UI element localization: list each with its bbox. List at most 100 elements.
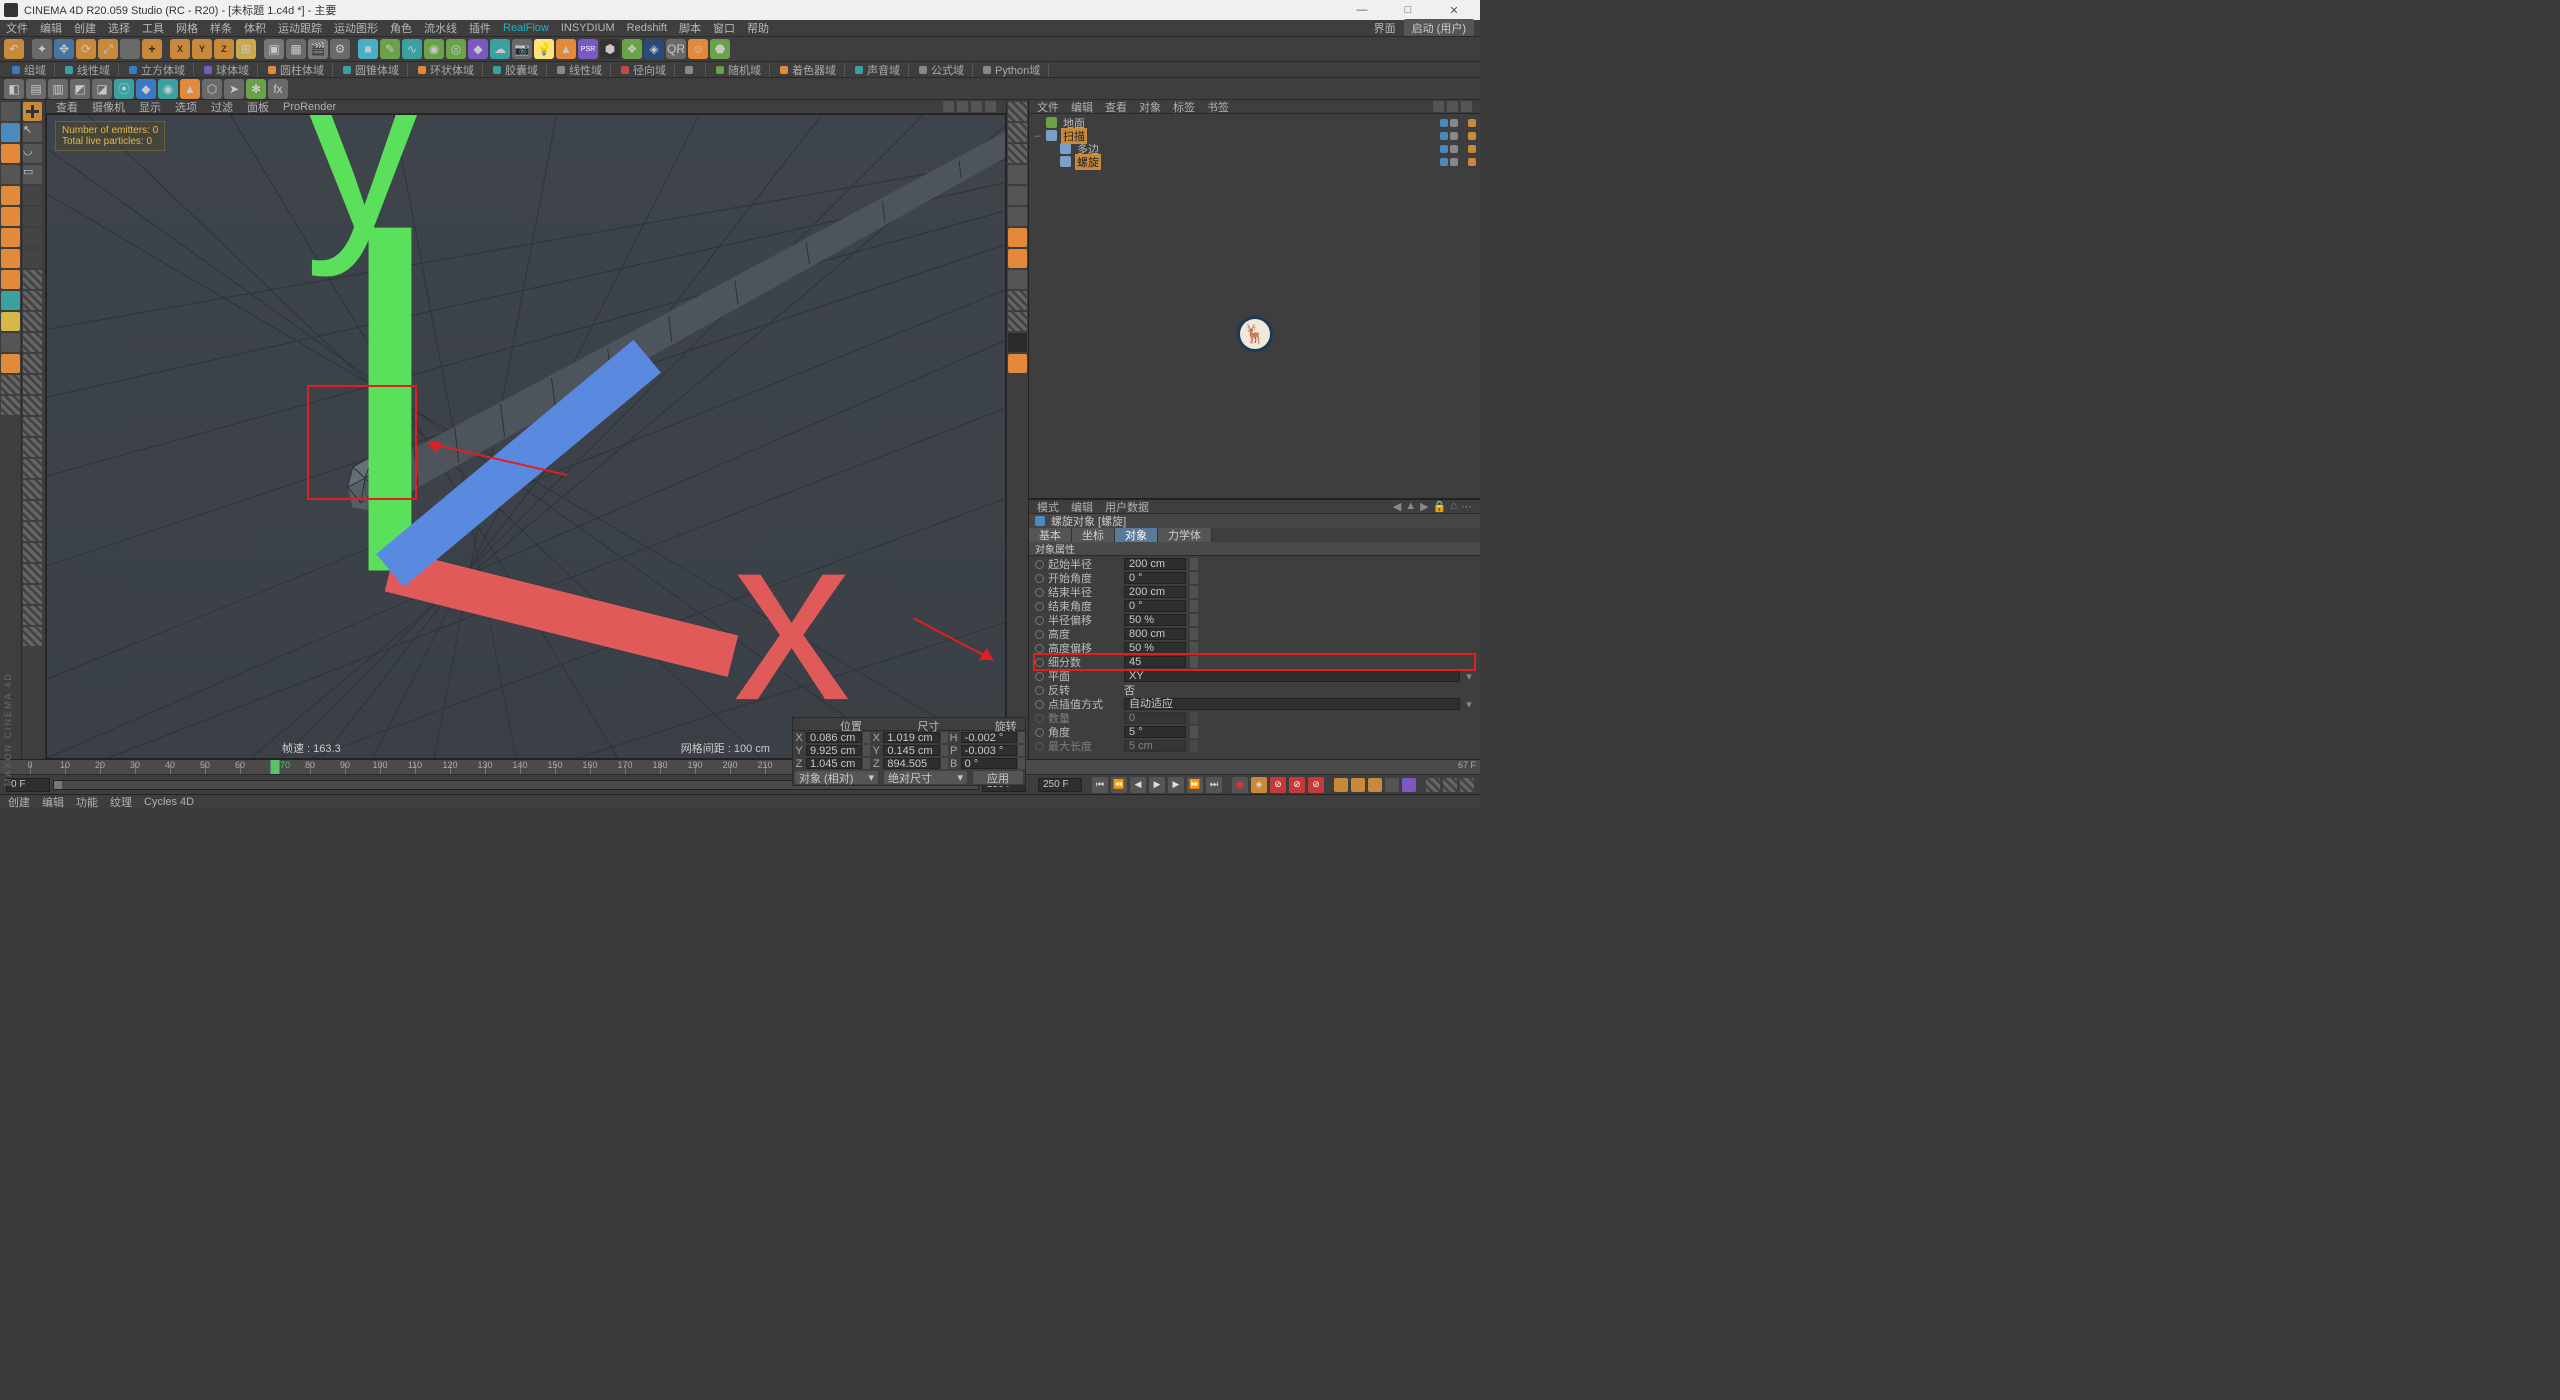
camera-icon[interactable]: 📷 <box>512 39 532 59</box>
generator2-icon[interactable]: ◎ <box>446 39 466 59</box>
autokey-icon[interactable]: ◈ <box>1251 777 1267 793</box>
keysel-rot-icon[interactable] <box>1368 778 1382 792</box>
spinner-icon[interactable] <box>1190 628 1198 640</box>
tool-k-icon[interactable]: ➤ <box>224 79 244 99</box>
object-menu-item[interactable]: 编辑 <box>1071 99 1093 115</box>
vp-right-tool-icon[interactable] <box>1008 165 1027 184</box>
fields-tab[interactable]: 球体域 <box>196 63 258 77</box>
fields-tab[interactable]: 径向域 <box>613 63 675 77</box>
spinner-icon[interactable] <box>863 732 870 743</box>
hatch-12-icon[interactable] <box>23 501 42 520</box>
snap-icon[interactable] <box>1 312 20 331</box>
menu-item[interactable]: 工具 <box>142 20 164 36</box>
quantize-icon[interactable] <box>1 333 20 352</box>
fields-tab[interactable]: 胶囊域 <box>485 63 547 77</box>
hatch-13-icon[interactable] <box>23 522 42 541</box>
record-icon[interactable] <box>1232 777 1248 793</box>
fields-tab[interactable]: 着色器域 <box>772 63 845 77</box>
play-fwd-icon[interactable]: ▶ <box>1149 777 1165 793</box>
object-menu-item[interactable]: 标签 <box>1173 99 1195 115</box>
object-flag-icon[interactable] <box>1440 145 1448 153</box>
arrow-tool-icon[interactable]: ↖ <box>23 123 42 142</box>
tool-e-icon[interactable]: ◪ <box>92 79 112 99</box>
win-minimize[interactable]: — <box>1346 4 1378 17</box>
qr-icon[interactable]: QR <box>666 39 686 59</box>
timeline-end-field[interactable]: 250 F <box>1038 778 1082 792</box>
attr-anim-dot-icon[interactable] <box>1035 588 1044 597</box>
prev-key-icon[interactable]: ⏪ <box>1111 777 1127 793</box>
fields-tab[interactable]: Python域 <box>975 63 1049 77</box>
viewport-menu-item[interactable]: 显示 <box>139 99 161 115</box>
object-tree[interactable]: 地面–扫描多边螺旋 <box>1029 114 1480 170</box>
timeline-opt-c-icon[interactable] <box>1460 778 1474 792</box>
object-menu-item[interactable]: 文件 <box>1037 99 1059 115</box>
hatch-2-icon[interactable] <box>23 291 42 310</box>
spinner-icon[interactable] <box>1190 712 1198 724</box>
menu-item[interactable]: 流水线 <box>424 20 457 36</box>
object-name[interactable]: 螺旋 <box>1075 154 1101 170</box>
menu-item[interactable]: 插件 <box>469 20 491 36</box>
spinner-icon[interactable] <box>1190 642 1198 654</box>
coord-rot-field[interactable]: -0.003 ° <box>961 745 1017 756</box>
vp-right-tool-icon[interactable] <box>1008 102 1027 121</box>
viewport-menu-item[interactable]: 查看 <box>56 99 78 115</box>
spinner-icon[interactable] <box>1018 758 1025 769</box>
object-flag-icon[interactable] <box>1450 119 1458 127</box>
attr-anim-dot-icon[interactable] <box>1035 672 1044 681</box>
hatch-15-icon[interactable] <box>23 564 42 583</box>
spinner-icon[interactable] <box>1018 745 1025 756</box>
hatch-7-icon[interactable] <box>23 396 42 415</box>
object-flag-icon[interactable] <box>1440 119 1448 127</box>
menu-item[interactable]: 文件 <box>6 20 28 36</box>
vp-right-tool-icon[interactable] <box>1008 186 1027 205</box>
vp-right-tool-icon[interactable] <box>1008 228 1027 247</box>
spinner-icon[interactable] <box>1190 614 1198 626</box>
attr-home-icon[interactable]: ⌂ <box>1450 500 1457 513</box>
vp-right-tool-icon[interactable] <box>1008 270 1027 289</box>
spinner-icon[interactable] <box>863 758 870 769</box>
viewport-menu-item[interactable]: ProRender <box>283 101 336 113</box>
attr-dropdown[interactable]: 自动适应 <box>1124 698 1460 710</box>
vp-nav-3-icon[interactable] <box>971 101 982 112</box>
next-frame-icon[interactable]: ▶ <box>1168 777 1184 793</box>
live-select-icon[interactable]: ✦ <box>32 39 52 59</box>
vp-right-tool-icon[interactable] <box>1008 333 1027 352</box>
keyopt-c-icon[interactable]: ⊘ <box>1308 777 1324 793</box>
hatch-14-icon[interactable] <box>23 543 42 562</box>
lasso-tool-icon[interactable]: ◡ <box>23 144 42 163</box>
object-flag-icon[interactable] <box>1450 132 1458 140</box>
tool-f-icon[interactable]: ⦿ <box>114 79 134 99</box>
menu-item[interactable]: INSYDIUM <box>561 22 615 34</box>
point-mode-icon[interactable] <box>1 186 20 205</box>
vp-right-tool-icon[interactable] <box>1008 312 1027 331</box>
attr-anim-dot-icon[interactable] <box>1035 686 1044 695</box>
hatch-4-icon[interactable] <box>23 333 42 352</box>
move-tool-icon[interactable] <box>23 102 42 121</box>
checker-b-icon[interactable] <box>1 396 20 415</box>
viewport-menu-item[interactable]: 过滤 <box>211 99 233 115</box>
attr-field[interactable]: 200 cm <box>1124 586 1186 598</box>
viewport-solo-icon[interactable] <box>1 291 20 310</box>
menu-item[interactable]: 选择 <box>108 20 130 36</box>
coord-size-field[interactable]: 894.505 cm <box>883 758 939 769</box>
object-tag-icon[interactable] <box>1468 145 1476 153</box>
attr-anim-dot-icon[interactable] <box>1035 602 1044 611</box>
tool-a-icon[interactable]: ◧ <box>4 79 24 99</box>
psr-icon[interactable]: PSR <box>578 39 598 59</box>
light-icon[interactable]: 💡 <box>534 39 554 59</box>
soft-sel-icon[interactable] <box>1 354 20 373</box>
fields-tab[interactable]: 圆锥体域 <box>335 63 408 77</box>
vp-right-tool-icon[interactable] <box>1008 249 1027 268</box>
hatch-10-icon[interactable] <box>23 459 42 478</box>
z-axis-lock-icon[interactable]: Z <box>214 39 234 59</box>
coord-mode-1[interactable]: 对象 (相对)▾ <box>795 771 878 784</box>
dropdown-arrow-icon[interactable]: ▾ <box>1464 698 1474 711</box>
fields-tab[interactable]: 声音域 <box>847 63 909 77</box>
render-pv-icon[interactable]: 🎬 <box>308 39 328 59</box>
attr-dropdown[interactable]: XY <box>1124 670 1460 682</box>
timeline-opt-b-icon[interactable] <box>1443 778 1457 792</box>
recent-tool-icon[interactable] <box>120 39 140 59</box>
vp-nav-1-icon[interactable] <box>943 101 954 112</box>
coord-size-field[interactable]: 0.145 cm <box>883 745 939 756</box>
attr-field[interactable]: 0 ° <box>1124 572 1186 584</box>
